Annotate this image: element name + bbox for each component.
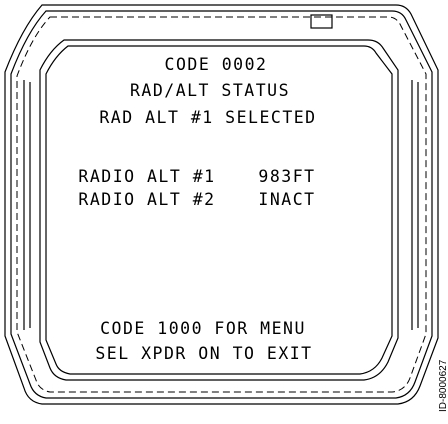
display-bezel: CODE 0002 RAD/ALT STATUS RAD ALT #1 SELE… xyxy=(4,4,448,412)
code-line: CODE 0002 xyxy=(165,55,268,74)
radio-alt-2-value: INACT xyxy=(258,190,315,209)
figure-id: ID-8000627 xyxy=(438,359,448,412)
radio-alt-1-label: RADIO ALT #1 xyxy=(78,167,215,186)
display-figure: CODE 0002 RAD/ALT STATUS RAD ALT #1 SELE… xyxy=(0,0,448,424)
radio-alt-2-label: RADIO ALT #2 xyxy=(78,190,215,209)
exit-instruction: SEL XPDR ON TO EXIT xyxy=(95,344,312,363)
radio-alt-1-value: 983FT xyxy=(258,167,315,186)
left-bezel-rails xyxy=(23,80,31,330)
selected-line: RAD ALT #1 SELECTED xyxy=(99,108,316,127)
right-bezel-rails xyxy=(411,80,419,330)
menu-instruction: CODE 1000 FOR MENU xyxy=(100,319,306,338)
status-title: RAD/ALT STATUS xyxy=(130,81,290,100)
